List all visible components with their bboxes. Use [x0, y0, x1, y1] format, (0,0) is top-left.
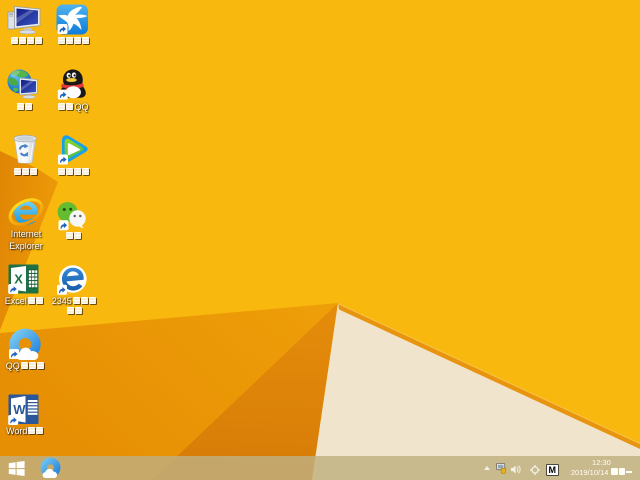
svg-text:W: W: [13, 402, 26, 417]
